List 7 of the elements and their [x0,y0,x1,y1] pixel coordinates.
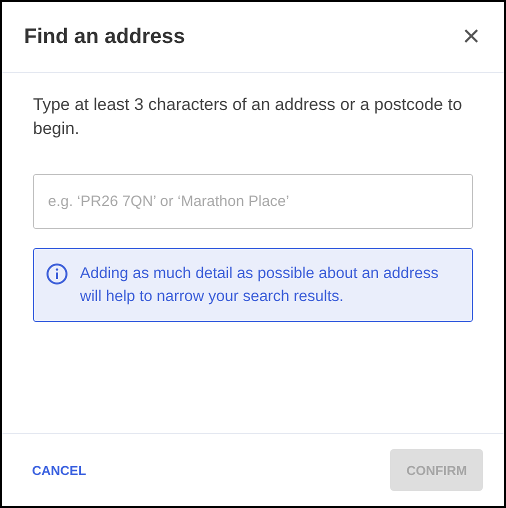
search-field[interactable]: e.g. ‘PR26 7QN’ or ‘Marathon Place’ [33,174,473,229]
info-text: Adding as much detail as possible about an address will help to narrow your search results. [80,264,440,307]
close-button[interactable]: × [460,22,482,52]
instruction-text: Type at least 3 characters of an address or a postcode to begin. [33,94,464,140]
cancel-button[interactable]: CANCEL [30,449,88,491]
dialog-title: Find an address [24,25,186,49]
info-icon [46,263,68,285]
